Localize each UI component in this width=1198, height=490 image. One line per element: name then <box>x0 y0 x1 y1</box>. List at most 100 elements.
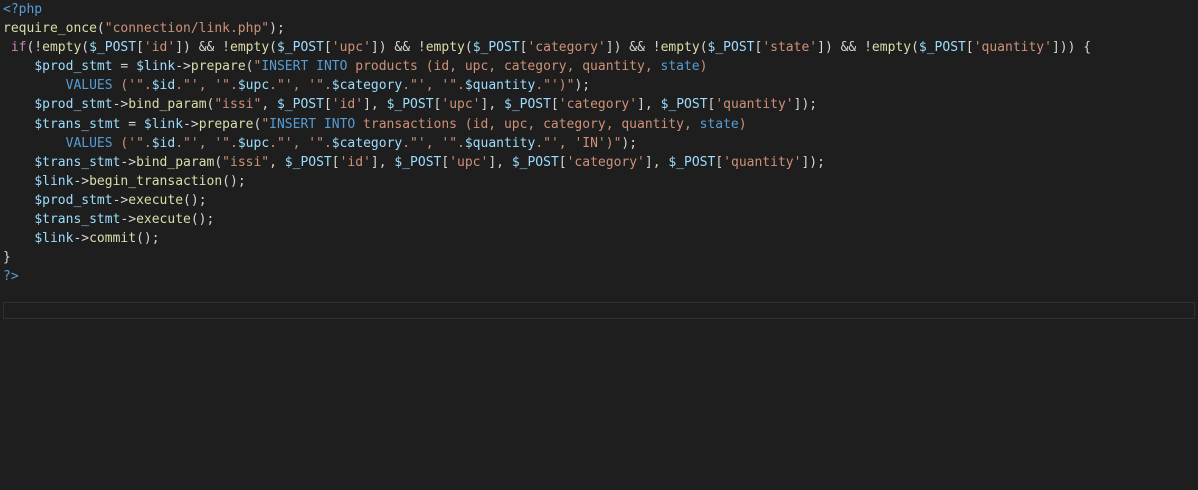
code-token: ], <box>480 97 504 113</box>
code-token: $link <box>136 59 176 75</box>
code-token: ( <box>699 40 708 56</box>
code-token: 'id' <box>331 97 364 113</box>
code-token: ."', '". <box>402 78 465 94</box>
code-token: bind_param <box>136 154 215 170</box>
code-token: 'id' <box>339 154 371 170</box>
code-token: execute <box>136 212 191 228</box>
code-token: empty <box>660 40 700 56</box>
code-token: transactions (id, upc, category, quantit… <box>355 116 700 132</box>
code-token: "connection/link.php" <box>104 21 270 37</box>
code-token: state <box>699 116 739 132</box>
code-token: empty <box>871 40 912 56</box>
code-token: ); <box>269 21 285 37</box>
code-token: $upc <box>237 135 270 151</box>
code-line: $trans_stmt = $link->prepare("INSERT INT… <box>3 115 1091 134</box>
code-line: $prod_stmt = $link->prepare("INSERT INTO… <box>3 57 1091 76</box>
code-token: ) <box>738 116 747 132</box>
code-token: (); <box>183 192 207 208</box>
code-token: ."', '". <box>402 135 465 151</box>
code-token: "issi" <box>222 154 270 170</box>
code-token: ); <box>621 135 638 151</box>
code-token: ."', '". <box>175 135 238 151</box>
code-token: $_POST <box>668 154 716 170</box>
code-token: [ <box>715 154 724 170</box>
code-token: $_POST <box>276 40 324 56</box>
code-line: $link->begin_transaction(); <box>3 172 1091 191</box>
code-token: 'upc' <box>441 97 481 113</box>
code-token: ], <box>363 97 387 113</box>
code-token: $quantity <box>464 135 536 151</box>
code-token: ."', '". <box>269 78 332 94</box>
code-token: require_once <box>3 21 97 37</box>
code-token: [ <box>441 154 450 170</box>
code-token: [ <box>965 40 974 56</box>
code-token: $_POST <box>504 97 551 113</box>
code-block[interactable]: <?php require_once("connection/link.php")… <box>3 0 1091 286</box>
code-token: ('". <box>112 78 152 94</box>
code-token: $_POST <box>660 97 708 113</box>
code-token: VALUES <box>65 135 113 151</box>
code-token: $_POST <box>89 40 137 56</box>
code-token: $prod_stmt <box>34 192 113 208</box>
code-token: $prod_stmt <box>34 59 113 75</box>
code-token: $_POST <box>276 97 324 113</box>
code-token: } <box>3 250 11 266</box>
code-token: $_POST <box>918 40 966 56</box>
code-token: $id <box>151 135 176 151</box>
code-token: 'category' <box>558 97 638 113</box>
code-token: ]) && ! <box>817 40 872 56</box>
code-token: 'quantity' <box>973 40 1052 56</box>
code-token: ( <box>214 154 223 170</box>
code-line: VALUES ('".$id."', '".$upc."', '".$categ… <box>3 134 1091 153</box>
code-token: ."')" <box>535 78 575 94</box>
current-line-highlight <box>3 302 1195 319</box>
code-line: <?php <box>3 0 1091 19</box>
code-token: (); <box>190 212 215 228</box>
code-token: (! <box>26 40 43 56</box>
code-token: INSERT INTO <box>261 59 348 75</box>
code-token: commit <box>89 231 137 247</box>
code-line: require_once("connection/link.php"); <box>3 19 1091 38</box>
code-token: , <box>261 97 277 113</box>
code-token: empty <box>425 40 465 56</box>
code-token: ]); <box>801 154 825 170</box>
code-token: (); <box>136 231 160 247</box>
code-token: , <box>269 154 285 170</box>
code-token: ."', '". <box>269 135 332 151</box>
code-token: 'upc' <box>449 154 489 170</box>
code-token: $_POST <box>284 154 332 170</box>
code-token: $id <box>151 78 176 94</box>
code-token: execute <box>128 192 184 208</box>
code-token: ]) && ! <box>175 40 231 56</box>
code-token: -> <box>73 231 90 247</box>
code-token: $trans_stmt <box>34 154 121 170</box>
code-token: $category <box>331 78 403 94</box>
code-token: empty <box>230 40 270 56</box>
code-token: $_POST <box>394 154 442 170</box>
code-token: 'category' <box>527 40 606 56</box>
code-token: -> <box>183 116 199 132</box>
code-token: prepare <box>190 59 246 75</box>
code-token: -> <box>175 59 191 75</box>
code-token: empty <box>42 40 82 56</box>
code-editor[interactable]: <?php require_once("connection/link.php")… <box>0 0 1198 490</box>
code-token: [ <box>323 97 332 113</box>
code-token: ( <box>911 40 919 56</box>
code-token: 'state' <box>762 40 818 56</box>
code-token: ], <box>637 97 661 113</box>
code-token: $link <box>34 231 74 247</box>
code-token: [ <box>331 154 340 170</box>
code-token: "issi" <box>214 97 262 113</box>
code-token: ); <box>574 78 591 94</box>
code-token: ], <box>370 154 395 170</box>
code-token: begin_transaction <box>89 173 223 189</box>
code-token: = <box>112 59 137 75</box>
